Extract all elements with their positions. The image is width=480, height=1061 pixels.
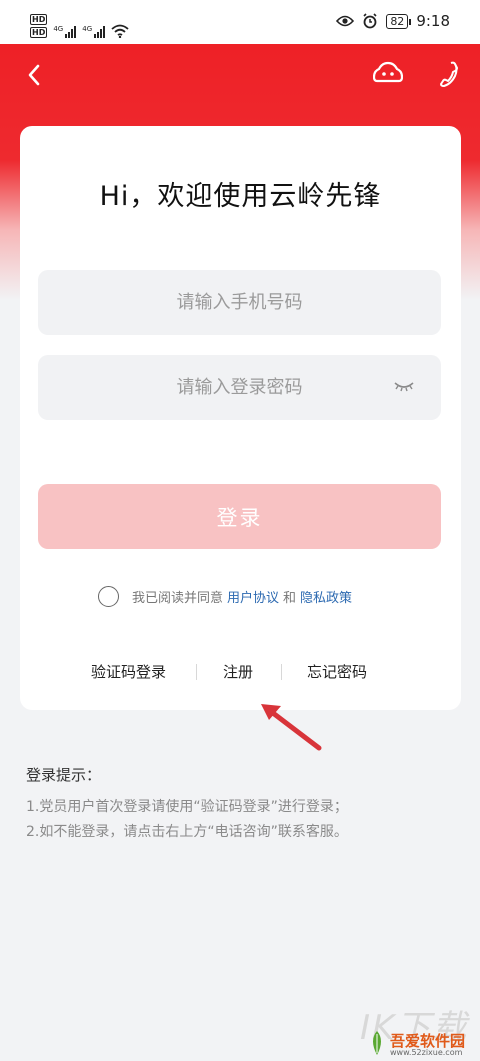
eye-closed-icon[interactable] (393, 379, 415, 393)
register-link[interactable]: 注册 (223, 661, 253, 682)
battery-indicator: 82 (386, 13, 412, 29)
signal-icon-2: 4G (82, 25, 106, 38)
network-type-1: 4G (53, 25, 64, 33)
leaf-logo-icon (373, 1031, 381, 1055)
robot-icon[interactable] (373, 61, 403, 87)
login-card: Hi，欢迎使用云岭先锋 登录 我已阅读并同意 用户协议 和 隐私政策 验证码登录… (20, 126, 461, 710)
tips-line-2: 2.如不能登录，请点击右上方“电话咨询”联系客服。 (26, 824, 348, 840)
password-input[interactable] (38, 355, 441, 420)
page-title: Hi，欢迎使用云岭先锋 (99, 181, 382, 212)
chevron-left-icon[interactable] (22, 60, 46, 90)
agreement-text: 我已阅读并同意 (132, 591, 224, 606)
tips-title: 登录提示： (26, 766, 102, 784)
password-field (38, 355, 441, 420)
divider (281, 664, 282, 680)
divider (196, 664, 197, 680)
wifi-icon (111, 24, 129, 38)
clock: 9:18 (416, 12, 450, 30)
login-tips: 登录提示： 1.党员用户首次登录请使用“验证码登录”进行登录； 2.如不能登录，… (26, 764, 348, 845)
status-right: 82 9:18 (336, 12, 450, 30)
watermark-url: www.52zixue.com (390, 1048, 463, 1057)
eye-comfort-icon (336, 15, 355, 27)
network-type-2: 4G (82, 25, 93, 33)
status-left: HD HD 4G 4G (30, 14, 129, 38)
tips-line-1: 1.党员用户首次登录请使用“验证码登录”进行登录； (26, 799, 348, 815)
site-watermark: IK下载 吾爱软件园 www.52zixue.com (360, 1000, 480, 1061)
and-text: 和 (283, 591, 297, 606)
sms-login-link[interactable]: 验证码登录 (91, 661, 166, 682)
hd-badge-2: HD (30, 27, 48, 38)
status-bar: HD HD 4G 4G 82 9:18 (0, 0, 480, 44)
annotation-arrow-icon (261, 704, 322, 751)
user-agreement-link[interactable]: 用户协议 (227, 587, 279, 606)
phone-input[interactable] (38, 270, 441, 335)
hd-badge-1: HD (30, 14, 48, 25)
login-button[interactable]: 登录 (38, 484, 441, 549)
phone-icon[interactable] (438, 60, 460, 88)
phone-field (38, 270, 441, 335)
privacy-policy-link[interactable]: 隐私政策 (300, 587, 352, 606)
alarm-icon (363, 13, 377, 29)
agreement-row: 我已阅读并同意 用户协议 和 隐私政策 (98, 586, 356, 607)
signal-icon-1: 4G (53, 25, 77, 38)
hd-indicators: HD HD (30, 14, 48, 38)
forgot-password-link[interactable]: 忘记密码 (307, 661, 367, 682)
bottom-links: 验证码登录 注册 忘记密码 (20, 661, 461, 683)
agreement-checkbox[interactable] (98, 586, 119, 607)
